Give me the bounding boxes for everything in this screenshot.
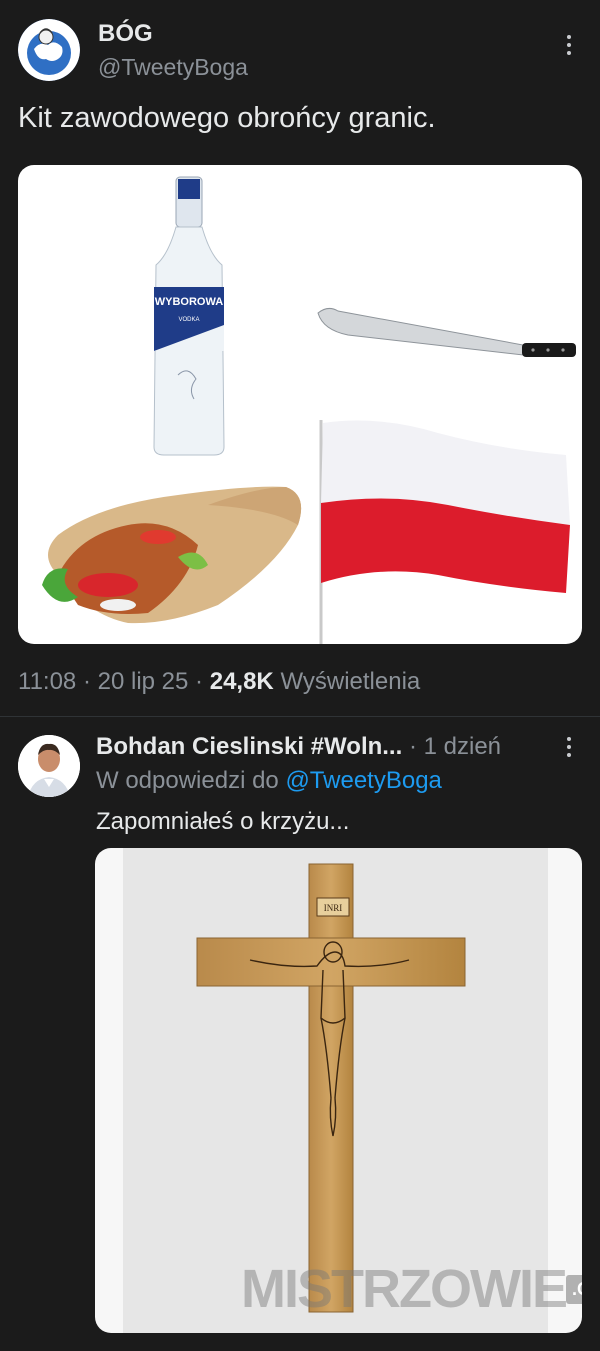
reply-image[interactable]: INRI MISTRZOWIE .ORG [95,848,582,1333]
reply-header: Bohdan Cieslinski #Woln... · 1 dzień [96,733,536,761]
author-name[interactable]: BÓG [98,20,153,48]
watermark-suffix: .ORG [565,1274,582,1304]
cross-plaque-text: INRI [324,903,343,913]
globe-avatar-icon [18,19,80,81]
meta-separator: · [195,668,204,695]
person-avatar-icon [18,735,80,797]
vodka-bottle-icon: WYBOROWA VODKA [153,176,225,456]
views-count: 24,8K [209,668,274,695]
reply-age[interactable]: 1 dzień [424,733,501,760]
views-label[interactable]: Wyświetlenia [280,668,420,695]
watermark: MISTRZOWIE .ORG [241,1258,582,1320]
kebab-wrap-icon [42,486,302,624]
watermark-text: MISTRZOWIE [241,1259,568,1319]
more-dots-icon [567,737,571,757]
tweet-text: Kit zawodowego obrońcy granic. [18,102,436,134]
polish-flag-icon [319,420,570,644]
bottle-label: WYBOROWA [155,296,223,308]
reply-context: W odpowiedzi do @TweetyBoga [96,767,442,795]
border-kit-illustration: WYBOROWA VODKA [42,176,576,644]
reply-text: Zapomniałeś o krzyżu... [96,808,350,835]
more-options-button[interactable] [554,30,584,60]
meta-separator: · [82,668,91,695]
reply-more-options-button[interactable] [554,732,584,762]
reply-author-name[interactable]: Bohdan Cieslinski #Woln... [96,733,402,760]
author-handle[interactable]: @TweetyBoga [98,54,248,81]
tweet-meta: 11:08 · 20 lip 25 · 24,8K Wyświetlenia [18,668,420,696]
tweet-image[interactable]: WYBOROWA VODKA [18,165,582,644]
author-avatar[interactable] [18,19,80,81]
more-dots-icon [567,35,571,55]
machete-icon [317,307,576,357]
bottle-sub-label: VODKA [178,317,199,323]
reply-author-avatar[interactable] [18,735,80,797]
reply-separator: · [408,733,417,760]
tweet-time[interactable]: 11:08 [18,668,76,695]
reply-to-link[interactable]: @TweetyBoga [285,767,441,794]
divider [0,716,600,717]
tweet-date[interactable]: 20 lip 25 [98,668,189,695]
reply-prefix: W odpowiedzi do [96,767,279,794]
